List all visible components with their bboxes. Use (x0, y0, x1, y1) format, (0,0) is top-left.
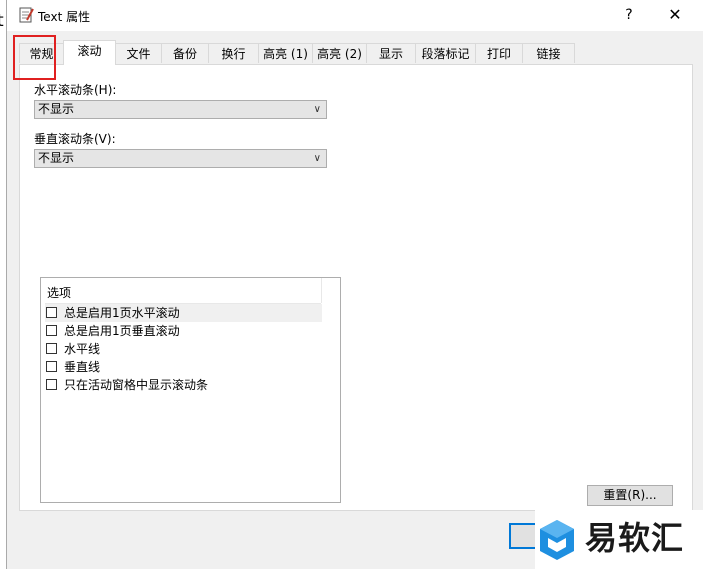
tab-print[interactable]: 打印 (475, 43, 523, 63)
help-button[interactable]: ? (611, 2, 647, 30)
chevron-down-icon: ∨ (313, 153, 321, 164)
reset-button[interactable]: 重置(R)... (587, 485, 673, 506)
option-label: 总是启用1页水平滚动 (64, 306, 180, 320)
option-item-horizontal-line[interactable]: 水平线 (45, 340, 322, 358)
tab-file[interactable]: 文件 (115, 43, 162, 63)
vertical-scrollbar-value: 不显示 (38, 151, 75, 165)
checkbox[interactable] (46, 343, 57, 354)
tab-paragraph-marks[interactable]: 段落标记 (415, 43, 476, 63)
option-label: 只在活动窗格中显示滚动条 (64, 378, 209, 392)
option-item-h-scroll-page[interactable]: 总是启用1页水平滚动 (45, 304, 322, 322)
option-label: 垂直线 (64, 360, 101, 374)
window-title: Text 属性 (38, 10, 91, 24)
checkbox[interactable] (46, 325, 57, 336)
option-label: 水平线 (64, 342, 101, 356)
option-item-vertical-line[interactable]: 垂直线 (45, 358, 322, 376)
option-item-v-scroll-page[interactable]: 总是启用1页垂直滚动 (45, 322, 322, 340)
checkbox[interactable] (46, 379, 57, 390)
properties-dialog: Text 属性 ? ✕ 常规 滚动 文件 备份 换行 高亮 (1) 高亮 (2)… (6, 0, 703, 569)
checkbox[interactable] (46, 361, 57, 372)
watermark: 易软汇 (535, 510, 703, 569)
background-text-glyph: t (0, 11, 4, 31)
horizontal-scrollbar-label: 水平滚动条(H): (34, 83, 117, 97)
notepad-icon (19, 7, 34, 23)
vertical-scrollbar-select[interactable]: 不显示 ∨ (34, 149, 327, 168)
chevron-down-icon: ∨ (313, 104, 321, 115)
watermark-text: 易软汇 (585, 519, 685, 557)
vertical-scrollbar-label: 垂直滚动条(V): (34, 132, 116, 146)
header-divider (321, 278, 322, 303)
scroll-tab-panel: 水平滚动条(H): 不显示 ∨ 垂直滚动条(V): 不显示 ∨ 选项 总是启用1… (19, 64, 693, 511)
tab-scroll[interactable]: 滚动 (63, 40, 116, 65)
options-list[interactable]: 选项 总是启用1页水平滚动 总是启用1页垂直滚动 水平线 垂直线 只在活动窗格中… (40, 277, 341, 503)
tab-highlight-1[interactable]: 高亮 (1) (258, 43, 313, 63)
option-label: 总是启用1页垂直滚动 (64, 324, 180, 338)
tab-links[interactable]: 链接 (522, 43, 575, 63)
title-bar: Text 属性 ? ✕ (7, 0, 703, 31)
checkbox[interactable] (46, 307, 57, 318)
tab-display[interactable]: 显示 (366, 43, 416, 63)
horizontal-scrollbar-value: 不显示 (38, 102, 75, 116)
tab-backup[interactable]: 备份 (161, 43, 209, 63)
highlight-frame (13, 35, 56, 80)
options-header: 选项 (47, 286, 72, 300)
option-item-active-pane-scrollbar[interactable]: 只在活动窗格中显示滚动条 (45, 376, 322, 394)
tab-highlight-2[interactable]: 高亮 (2) (312, 43, 367, 63)
horizontal-scrollbar-select[interactable]: 不显示 ∨ (34, 100, 327, 119)
tab-wrap[interactable]: 换行 (208, 43, 259, 63)
close-button[interactable]: ✕ (655, 2, 695, 30)
brand-logo-icon (540, 520, 574, 560)
